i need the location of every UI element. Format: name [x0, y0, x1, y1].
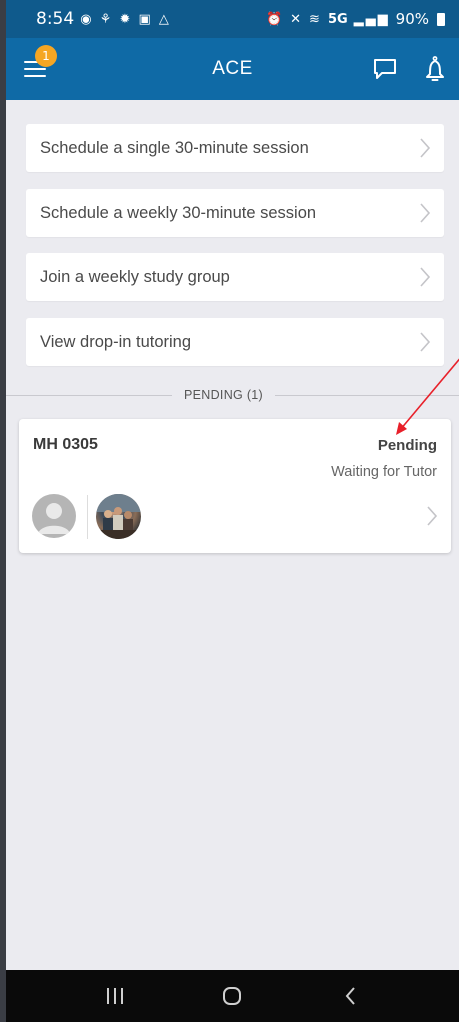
session-location: MH 0305: [33, 436, 98, 453]
notifications-button[interactable]: [421, 54, 449, 84]
menu-item-label: View drop-in tutoring: [40, 332, 192, 351]
menu-line-icon: [24, 75, 46, 77]
status-right: ⏰ ✕ ≋ 5G ▂▄▆ 90%: [266, 10, 445, 28]
wifi-icon: ≋: [309, 11, 322, 27]
chevron-right-icon: [427, 506, 438, 526]
menu-item-label: Schedule a weekly 30-minute session: [40, 203, 317, 222]
chevron-right-icon: [420, 203, 431, 223]
status-time: 8:54: [36, 9, 75, 29]
group-photo-avatar: [96, 494, 141, 539]
app-screen: 8:54 ◉ ⚘ ✹ ▣ △ ⏰ ✕ ≋ 5G ▂▄▆ 90% 1 ACE Sc…: [6, 0, 459, 1022]
battery-percent: 90%: [395, 10, 429, 28]
mute-icon: ✕: [290, 11, 304, 27]
bell-icon: [426, 56, 444, 81]
status-left: 8:54 ◉ ⚘ ✹ ▣ △: [36, 9, 171, 29]
home-icon: [223, 987, 242, 1005]
menu-item-label: Join a weekly study group: [40, 267, 230, 286]
chevron-right-icon: [420, 138, 431, 158]
menu-line-icon: [24, 68, 46, 70]
section-header: PENDING (1): [184, 388, 264, 402]
menu-item-single-session[interactable]: Schedule a single 30-minute session: [26, 124, 444, 172]
menu-item-weekly-session[interactable]: Schedule a weekly 30-minute session: [26, 189, 444, 237]
app-bar: 1 ACE: [6, 38, 459, 100]
menu-item-label: Schedule a single 30-minute session: [40, 138, 309, 157]
signal-icon: ▂▄▆: [353, 11, 390, 27]
recent-apps-button[interactable]: [95, 981, 135, 1011]
person-placeholder-icon: [38, 503, 70, 534]
annotation-arrow-icon: [396, 358, 459, 435]
group-photo-icon: [96, 494, 141, 539]
avatar-divider: [87, 495, 88, 539]
battery-icon: [437, 12, 445, 26]
back-icon: [345, 987, 355, 1005]
alarm-icon: ⏰: [265, 11, 285, 27]
notification-badge: 1: [35, 45, 57, 67]
messages-button[interactable]: [371, 56, 399, 82]
avatar: [32, 494, 76, 538]
chat-bubble-icon: [374, 59, 396, 79]
status-subtext: Waiting for Tutor: [331, 464, 437, 480]
status-bar: 8:54 ◉ ⚘ ✹ ▣ △ ⏰ ✕ ≋ 5G ▂▄▆ 90%: [6, 0, 459, 38]
recent-apps-icon: [106, 988, 123, 1004]
notification-icons: ◉ ⚘ ✹ ▣ △: [80, 11, 171, 27]
back-button[interactable]: [330, 981, 370, 1011]
network-label: 5G: [327, 11, 348, 27]
chevron-right-icon: [420, 267, 431, 287]
menu-item-study-group[interactable]: Join a weekly study group: [26, 253, 444, 301]
page-title: ACE: [212, 58, 253, 79]
menu-item-drop-in[interactable]: View drop-in tutoring: [26, 318, 444, 366]
home-button[interactable]: [212, 981, 252, 1011]
divider-line: [6, 394, 172, 396]
hamburger-menu-button[interactable]: 1: [24, 45, 57, 81]
system-navigation-bar: [6, 970, 459, 1022]
